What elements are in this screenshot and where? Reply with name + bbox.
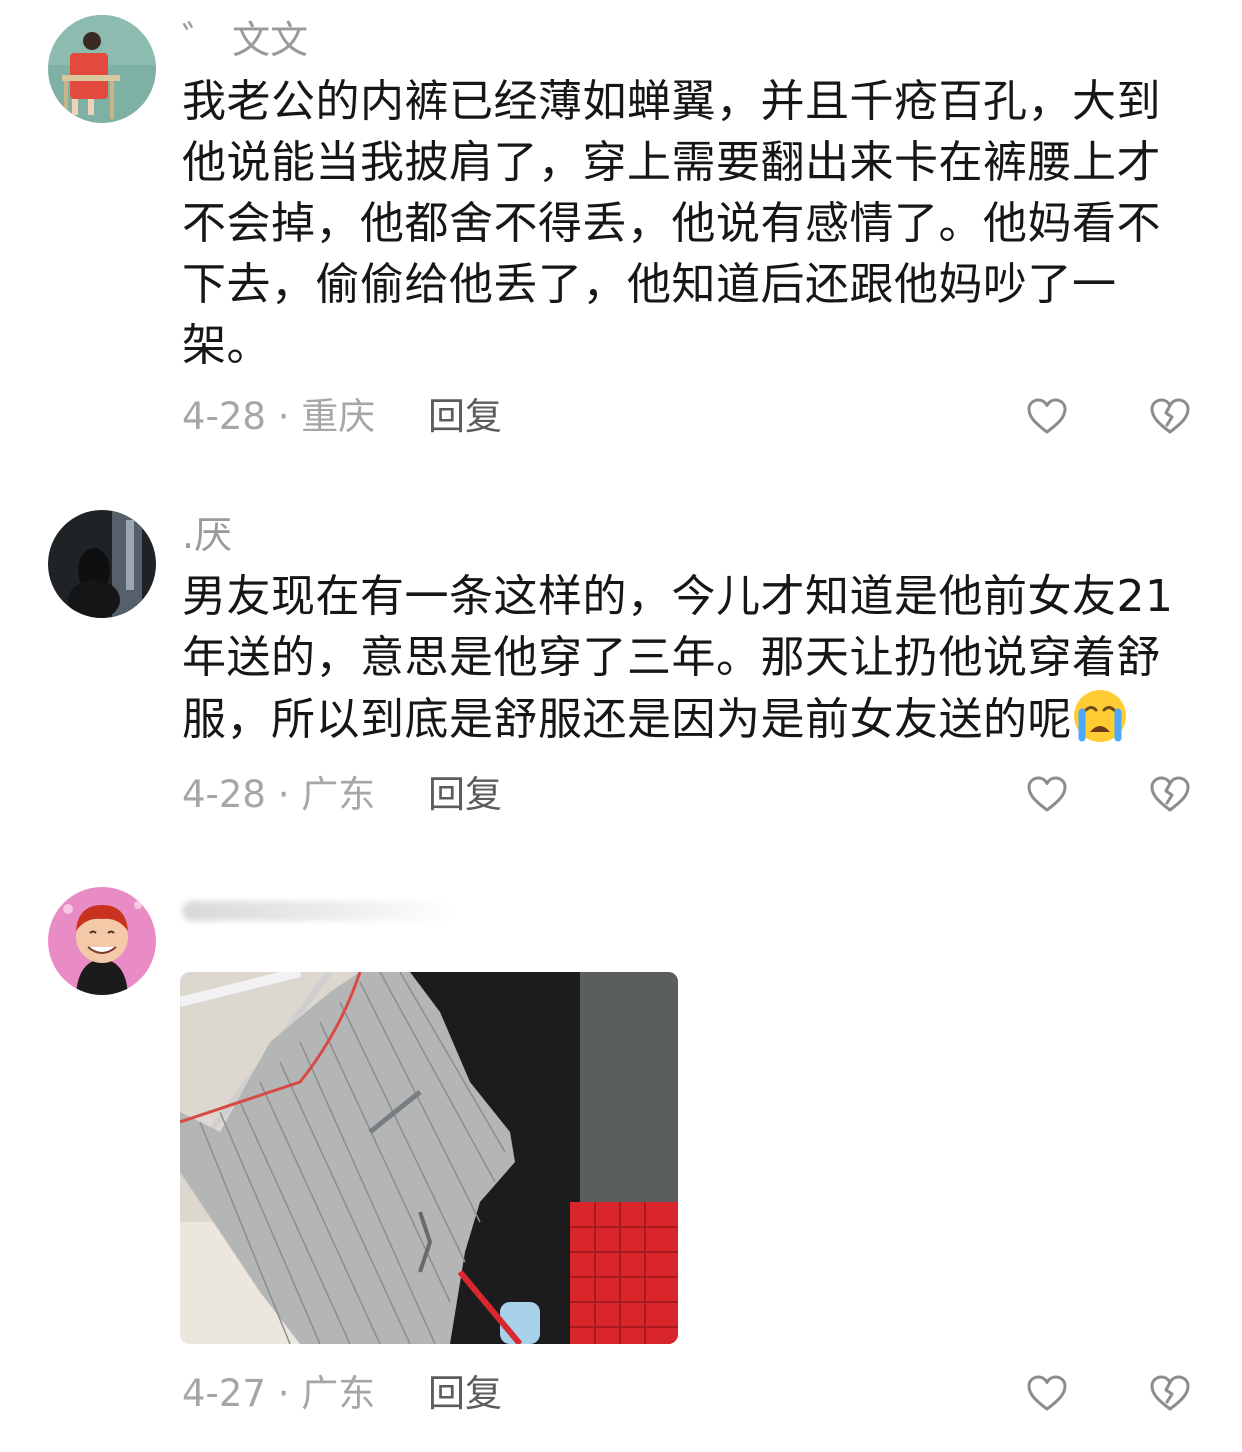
- comment-date-location: 4-28 · 重庆: [182, 395, 376, 438]
- comment-photo[interactable]: [180, 972, 678, 1344]
- heart-outline-icon[interactable]: [1025, 773, 1069, 817]
- comment-text: 我老公的内裤已经薄如蝉翼，并且千疮百孔，大到他说能当我披肩了，穿上需要翻出来卡在…: [182, 76, 1161, 371]
- avatar[interactable]: [48, 887, 156, 995]
- username-blurred[interactable]: [182, 901, 454, 921]
- username[interactable]: .厌: [182, 513, 232, 557]
- reply-button[interactable]: 回复: [428, 1372, 502, 1416]
- avatar[interactable]: [48, 15, 156, 123]
- reply-button[interactable]: 回复: [428, 395, 502, 439]
- reply-button[interactable]: 回复: [428, 773, 502, 817]
- heart-outline-icon[interactable]: [1025, 1372, 1069, 1416]
- comment-date-location: 4-28 · 广东: [182, 773, 376, 816]
- crying-face-emoji: [1072, 688, 1128, 744]
- avatar[interactable]: [48, 510, 156, 618]
- comment-meta-row: 4-28 · 广东 回复: [182, 773, 1192, 817]
- broken-heart-icon[interactable]: [1148, 773, 1192, 817]
- comment-date-location: 4-27 · 广东: [182, 1372, 376, 1415]
- comment-text-content: 男友现在有一条这样的，今儿才知道是他前女友21年送的，意思是他穿了三年。那天让扔…: [182, 571, 1174, 745]
- comment-text: 男友现在有一条这样的，今儿才知道是他前女友21年送的，意思是他穿了三年。那天让扔…: [182, 566, 1182, 750]
- broken-heart-icon[interactable]: [1148, 395, 1192, 439]
- broken-heart-icon[interactable]: [1148, 1372, 1192, 1416]
- username[interactable]: ゛ 文文: [182, 18, 308, 62]
- comment-meta-row: 4-27 · 广东 回复: [182, 1372, 1192, 1416]
- comment-meta-row: 4-28 · 重庆 回复: [182, 395, 1192, 439]
- heart-outline-icon[interactable]: [1025, 395, 1069, 439]
